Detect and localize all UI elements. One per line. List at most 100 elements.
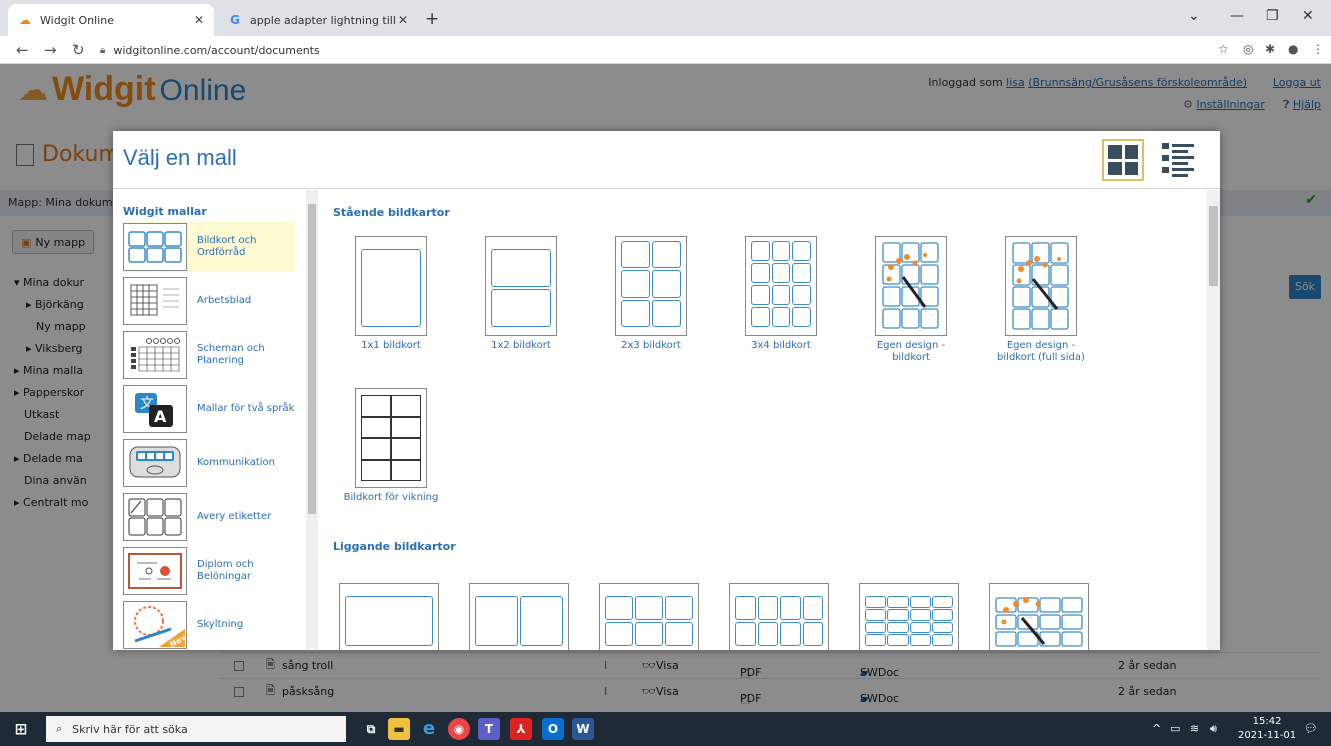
- bookmark-star-icon[interactable]: ☆: [1218, 42, 1229, 56]
- edge-browser-icon[interactable]: e: [418, 718, 440, 740]
- minimize-icon[interactable]: —: [1230, 8, 1244, 24]
- grid-view-icon[interactable]: [1102, 139, 1144, 181]
- magic-wand-icon: [882, 242, 939, 329]
- sidebar-heading: Widgit mallar: [123, 205, 207, 218]
- certificate-icon: [123, 547, 187, 595]
- close-tab-icon[interactable]: ✕: [398, 13, 408, 27]
- template-preview: [485, 236, 557, 336]
- template-landscape-1x1[interactable]: [339, 583, 439, 650]
- notifications-icon[interactable]: 💬︎: [1304, 722, 1318, 735]
- schedule-thumbnail-icon: [123, 331, 187, 379]
- reload-icon[interactable]: ↻: [72, 41, 85, 59]
- tab-search-chevron-icon[interactable]: ⌄: [1188, 8, 1200, 24]
- acrobat-icon[interactable]: ⅄: [510, 718, 532, 740]
- windows-taskbar: ⊞ ⌕ Skriv här för att söka ⧉ ▬ e ◉ T ⅄ O…: [0, 712, 1331, 746]
- category-skyltning[interactable]: New Skyltning: [123, 600, 295, 650]
- grid-thumbnail-icon: [123, 223, 187, 271]
- category-label: Mallar för två språk: [197, 403, 295, 414]
- template-preview: [745, 236, 817, 336]
- magic-wand-icon: [995, 597, 1083, 647]
- template-chooser-dialog: Välj en mall Widgit mallar Bildkort och …: [113, 131, 1220, 650]
- clock-date: 2021-11-01: [1238, 730, 1297, 741]
- signage-new-icon: New: [123, 601, 187, 649]
- template-1x2[interactable]: 1x2 bildkort: [471, 236, 571, 352]
- chrome-icon[interactable]: ◉: [448, 718, 470, 740]
- puzzle-icon[interactable]: ✱: [1265, 42, 1275, 56]
- tab-google-search[interactable]: G apple adapter lightning till vga - ✕: [218, 4, 418, 36]
- template-vikning[interactable]: Bildkort för vikning: [341, 388, 441, 504]
- category-kommunikation[interactable]: Kommunikation: [123, 438, 295, 488]
- tray-chevron-icon[interactable]: ^: [1152, 722, 1161, 735]
- windows-start-icon[interactable]: ⊞: [10, 718, 32, 740]
- volume-icon[interactable]: 🔊︎: [1210, 722, 1217, 736]
- gallery-scrollbar[interactable]: [1207, 190, 1220, 650]
- tab-widgit-online[interactable]: ☁ Widgit Online ✕: [8, 4, 214, 36]
- close-tab-icon[interactable]: ✕: [194, 13, 204, 27]
- category-scheman[interactable]: Scheman och Planering: [123, 330, 295, 380]
- back-arrow-icon[interactable]: ←: [16, 41, 29, 59]
- extension-icon[interactable]: ◎: [1243, 42, 1253, 56]
- category-label: Kommunikation: [197, 457, 276, 468]
- template-landscape-4x4[interactable]: [859, 583, 959, 650]
- dialog-title: Välj en mall: [123, 145, 237, 170]
- system-clock[interactable]: 15:42 2021-11-01: [1238, 715, 1296, 743]
- template-label: 1x2 bildkort: [491, 340, 551, 351]
- template-label: Egen design - bildkort: [876, 340, 946, 363]
- task-view-icon[interactable]: ⧉: [360, 718, 382, 740]
- template-landscape-3x2[interactable]: [599, 583, 699, 650]
- template-egen-design-full[interactable]: Egen design - bildkort (full sida): [991, 236, 1091, 364]
- restore-icon[interactable]: ❐: [1266, 8, 1279, 24]
- category-diplom[interactable]: Diplom och Belöningar: [123, 546, 295, 596]
- network-icon[interactable]: ▭: [1170, 722, 1180, 735]
- menu-kebab-icon[interactable]: ⋮: [1312, 42, 1324, 56]
- close-window-icon[interactable]: ✕: [1302, 8, 1314, 24]
- template-2x3[interactable]: 2x3 bildkort: [601, 236, 701, 352]
- template-preview: [355, 388, 427, 488]
- url-field[interactable]: 🔒︎ widgitonline.com/account/documents: [100, 39, 1200, 61]
- category-avery[interactable]: Avery etiketter: [123, 492, 295, 542]
- magic-wand-icon: [1012, 242, 1069, 330]
- category-bildkort[interactable]: Bildkort och Ordförråd: [123, 222, 295, 272]
- tab-title: apple adapter lightning till vga -: [250, 13, 400, 27]
- google-favicon-icon: G: [230, 13, 240, 27]
- taskbar-search[interactable]: ⌕ Skriv här för att söka: [46, 716, 346, 742]
- outlook-icon[interactable]: O: [542, 718, 564, 740]
- file-explorer-icon[interactable]: ▬: [388, 718, 410, 740]
- template-label: 3x4 bildkort: [751, 340, 811, 351]
- template-landscape-4x2[interactable]: [729, 583, 829, 650]
- category-sidebar: Widgit mallar Bildkort och Ordförråd Arb…: [113, 190, 318, 650]
- new-tab-plus-icon[interactable]: +: [425, 9, 439, 29]
- template-landscape-2x1[interactable]: [469, 583, 569, 650]
- profile-icon[interactable]: ●: [1288, 42, 1298, 56]
- template-preview: [615, 236, 687, 336]
- url-text: widgitonline.com/account/documents: [113, 43, 320, 57]
- template-label: Bildkort för vikning: [343, 492, 439, 503]
- list-view-icon[interactable]: [1162, 141, 1194, 179]
- category-tva-sprak[interactable]: 文A Mallar för två språk: [123, 384, 295, 434]
- tab-title: Widgit Online: [40, 13, 115, 27]
- communicator-device-icon: [123, 439, 187, 487]
- wifi-icon[interactable]: ≋: [1190, 722, 1199, 735]
- widgit-favicon-icon: ☁: [19, 13, 31, 27]
- labels-thumbnail-icon: [123, 493, 187, 541]
- category-label: Skyltning: [197, 619, 244, 630]
- forward-arrow-icon[interactable]: →: [44, 41, 57, 59]
- scrollbar-thumb[interactable]: [308, 204, 316, 514]
- template-label: 2x3 bildkort: [621, 340, 681, 351]
- category-label: Bildkort och Ordförråd: [197, 235, 257, 258]
- address-bar-row: ← → ↻ 🔒︎ widgitonline.com/account/docume…: [0, 36, 1331, 64]
- browser-tab-bar: ☁ Widgit Online ✕ G apple adapter lightn…: [0, 0, 1331, 36]
- teams-icon[interactable]: T: [478, 718, 500, 740]
- category-arbetsblad[interactable]: Arbetsblad: [123, 276, 295, 326]
- lock-icon: 🔒︎: [100, 44, 106, 56]
- sidebar-scrollbar[interactable]: [306, 190, 318, 650]
- category-label: Arbetsblad: [197, 295, 252, 306]
- word-icon[interactable]: W: [572, 718, 594, 740]
- template-3x4[interactable]: 3x4 bildkort: [731, 236, 831, 352]
- template-preview: [1005, 236, 1077, 336]
- template-egen-design[interactable]: Egen design - bildkort: [861, 236, 961, 364]
- scrollbar-thumb[interactable]: [1209, 206, 1218, 286]
- search-placeholder: Skriv här för att söka: [72, 722, 188, 736]
- template-1x1[interactable]: 1x1 bildkort: [341, 236, 441, 352]
- template-landscape-egen-design[interactable]: [989, 583, 1089, 650]
